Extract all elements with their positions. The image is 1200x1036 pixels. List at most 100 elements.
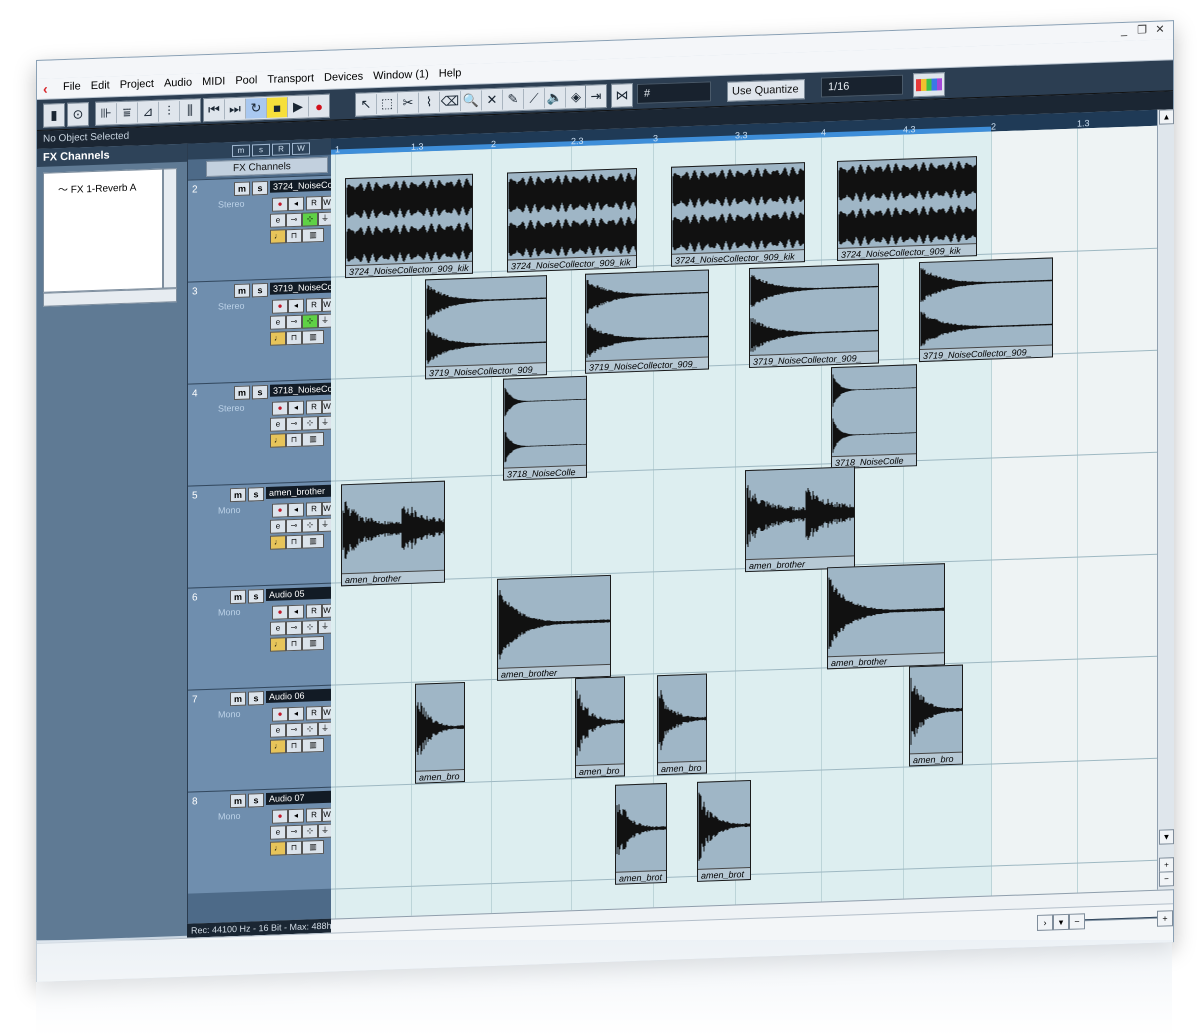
- track-mute-button[interactable]: m: [234, 181, 250, 197]
- monitor-icon[interactable]: ◂: [288, 502, 304, 518]
- glue-icon[interactable]: ⌇: [419, 91, 440, 113]
- quantize-type-select[interactable]: Use Quantize: [727, 79, 805, 102]
- read-automation-button[interactable]: R: [306, 195, 322, 211]
- track-mute-button[interactable]: m: [230, 589, 246, 605]
- zoom-icon[interactable]: 🔍: [461, 90, 482, 112]
- zoom-in-icon[interactable]: +: [1157, 910, 1173, 927]
- audio-event[interactable]: amen_bro: [575, 676, 625, 779]
- minimize-icon[interactable]: _: [1117, 24, 1131, 38]
- color-palette-button[interactable]: [913, 72, 945, 98]
- show-events-icon[interactable]: ⩸: [117, 102, 138, 124]
- eq-icon[interactable]: ⊹: [302, 212, 318, 227]
- record-enable-icon[interactable]: ●: [272, 401, 288, 416]
- inserts-icon[interactable]: ⊸: [286, 518, 302, 534]
- scroll-up-icon[interactable]: ▲: [1159, 109, 1174, 125]
- audio-event[interactable]: amen_bro: [415, 681, 465, 784]
- audio-event[interactable]: amen_brot: [615, 782, 667, 885]
- audio-event[interactable]: 3718_NoiseColle: [831, 364, 917, 470]
- musical-mode-icon[interactable]: ♩: [270, 637, 286, 652]
- edit-channel-icon[interactable]: e: [270, 213, 286, 228]
- audio-event[interactable]: amen_brother: [745, 466, 855, 573]
- menu-audio[interactable]: Audio: [164, 77, 192, 90]
- track-solo-button[interactable]: s: [252, 282, 268, 298]
- monitor-icon[interactable]: ◂: [288, 298, 304, 314]
- split-icon[interactable]: ✂: [398, 92, 419, 114]
- track-name-field[interactable]: 3718_NoiseCo: [270, 382, 338, 397]
- edit-channel-icon[interactable]: e: [270, 315, 286, 330]
- menu-help[interactable]: Help: [439, 67, 462, 80]
- monitor-icon[interactable]: ◂: [288, 604, 304, 620]
- audio-event[interactable]: 3718_NoiseColle: [503, 375, 587, 481]
- lanes-icon[interactable]: ▥: [302, 329, 324, 345]
- menu-file[interactable]: File: [63, 80, 81, 93]
- musical-mode-icon[interactable]: ♩: [270, 535, 286, 550]
- zoom-slider[interactable]: [1085, 916, 1157, 922]
- track-name-field[interactable]: 3724_NoiseCo: [270, 178, 338, 193]
- track-mute-button[interactable]: m: [230, 691, 246, 707]
- edit-channel-icon[interactable]: e: [270, 519, 286, 534]
- track-header[interactable]: 5 m s amen_brother Mono ● ◂ R W e ⊸ ⊹ ⏚ …: [188, 480, 334, 588]
- global-solo-button[interactable]: s: [252, 143, 270, 157]
- play-tool-icon[interactable]: 🔈: [545, 87, 566, 109]
- restore-icon[interactable]: ❐: [1135, 23, 1149, 37]
- lock-icon[interactable]: ⊓: [286, 228, 302, 244]
- fx-channel-entry[interactable]: 〜 FX 1-Reverb A: [58, 178, 136, 196]
- lock-icon[interactable]: ⊓: [286, 330, 302, 346]
- track-header[interactable]: 8 m s Audio 07 Mono ● ◂ R W e ⊸ ⊹ ⏚ ♩ ⊓ …: [188, 786, 334, 894]
- audio-event[interactable]: amen_brot: [697, 779, 751, 882]
- read-automation-button[interactable]: R: [306, 399, 322, 415]
- eq-icon[interactable]: ⊹: [302, 824, 318, 839]
- draw-icon[interactable]: ✎: [503, 88, 524, 110]
- read-automation-button[interactable]: R: [306, 501, 322, 517]
- track-header[interactable]: 6 m s Audio 05 Mono ● ◂ R W e ⊸ ⊹ ⏚ ♩ ⊓ …: [188, 582, 334, 690]
- lock-icon[interactable]: ⊓: [286, 840, 302, 856]
- track-solo-button[interactable]: s: [248, 589, 264, 604]
- sends-icon[interactable]: ⏚: [318, 211, 332, 227]
- record-enable-icon[interactable]: ●: [272, 197, 288, 212]
- read-automation-button[interactable]: R: [306, 603, 322, 619]
- menu-edit[interactable]: Edit: [91, 79, 110, 92]
- audio-event[interactable]: amen_brother: [497, 574, 611, 681]
- musical-mode-icon[interactable]: ♩: [270, 331, 286, 346]
- lanes-icon[interactable]: ▥: [302, 839, 324, 855]
- track-mute-button[interactable]: m: [234, 385, 250, 401]
- track-header[interactable]: 4 m s 3718_NoiseCo Stereo ● ◂ R W e ⊸ ⊹ …: [188, 378, 338, 486]
- track-name-field[interactable]: amen_brother: [266, 484, 334, 499]
- musical-mode-icon[interactable]: ♩: [270, 739, 286, 754]
- global-mute-button[interactable]: m: [232, 144, 250, 158]
- track-name-field[interactable]: Audio 05: [266, 586, 334, 601]
- track-solo-button[interactable]: s: [248, 793, 264, 808]
- inserts-icon[interactable]: ⊸: [286, 212, 302, 228]
- zoom-vertical-out-icon[interactable]: −: [1159, 871, 1174, 887]
- edit-channel-icon[interactable]: e: [270, 621, 286, 636]
- menu-pool[interactable]: Pool: [235, 74, 257, 87]
- line-icon[interactable]: ⟋: [524, 88, 545, 109]
- fx-folder-track[interactable]: FX Channels: [206, 156, 328, 178]
- lanes-icon[interactable]: ▥: [302, 737, 324, 753]
- quantize-value-select[interactable]: 1/16: [821, 74, 903, 98]
- audio-event[interactable]: amen_brother: [341, 480, 445, 587]
- track-solo-button[interactable]: s: [248, 487, 264, 502]
- lanes-icon[interactable]: ▥: [302, 227, 324, 243]
- color-tool-icon[interactable]: ◈: [566, 87, 586, 108]
- record-enable-icon[interactable]: ●: [272, 605, 288, 620]
- show-pool-icon[interactable]: ⊪: [96, 103, 117, 124]
- eq-icon[interactable]: ⊹: [302, 722, 318, 737]
- audio-event[interactable]: 3724_NoiseCollector_909_kik: [837, 156, 977, 261]
- track-solo-button[interactable]: s: [248, 691, 264, 706]
- eq-icon[interactable]: ⊹: [302, 518, 318, 533]
- lanes-icon[interactable]: ▥: [302, 635, 324, 651]
- read-automation-button[interactable]: R: [306, 297, 322, 313]
- mute-icon[interactable]: ✕: [482, 89, 503, 111]
- sends-icon[interactable]: ⏚: [318, 313, 332, 329]
- record-enable-icon[interactable]: ●: [272, 809, 288, 824]
- menu-transport[interactable]: Transport: [267, 72, 314, 86]
- play-icon[interactable]: ▶: [288, 96, 309, 118]
- record-enable-icon[interactable]: ●: [272, 707, 288, 722]
- read-automation-button[interactable]: R: [306, 705, 322, 721]
- range-select-icon[interactable]: ⬚: [377, 93, 398, 115]
- lock-icon[interactable]: ⊓: [286, 534, 302, 550]
- menu-devices[interactable]: Devices: [324, 71, 363, 84]
- eq-icon[interactable]: ⊹: [302, 314, 318, 329]
- musical-mode-icon[interactable]: ♩: [270, 433, 286, 448]
